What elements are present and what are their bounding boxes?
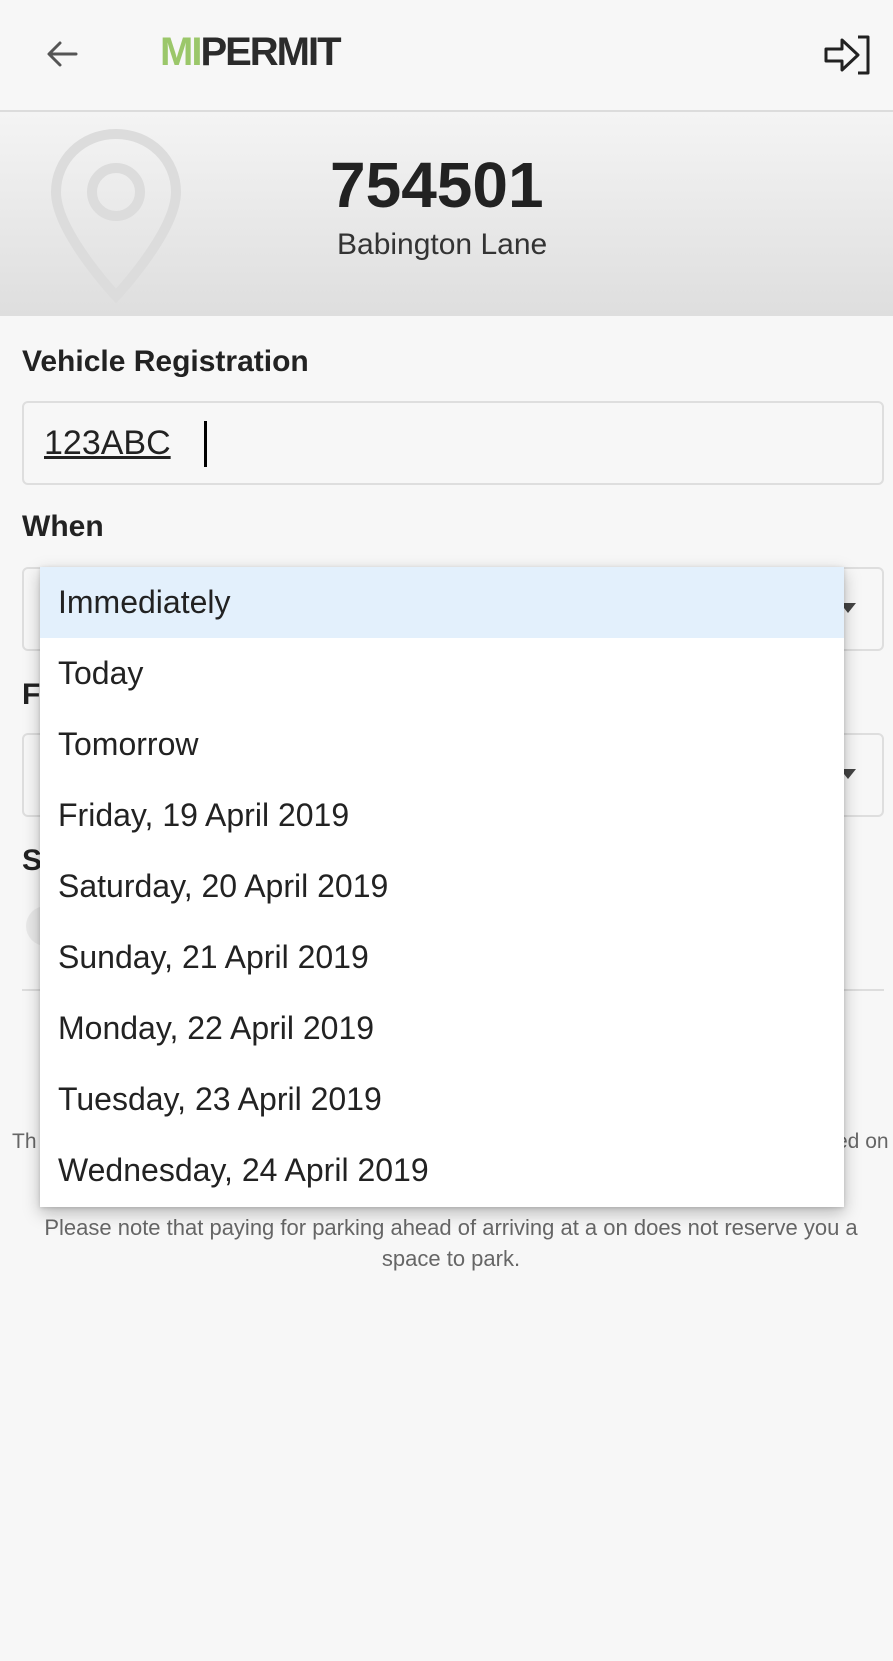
location-banner: 754501 Babington Lane xyxy=(0,112,893,316)
section-label: S xyxy=(22,844,43,877)
for-label: F xyxy=(22,678,41,711)
dropdown-option[interactable]: Sunday, 21 April 2019 xyxy=(40,922,844,993)
map-pin-icon xyxy=(50,128,182,304)
logo-mi: MI xyxy=(160,30,202,74)
dropdown-option[interactable]: Saturday, 20 April 2019 xyxy=(40,851,844,922)
dropdown-option[interactable]: Tuesday, 23 April 2019 xyxy=(40,1064,844,1135)
location-street: Babington Lane xyxy=(337,228,548,261)
terms-text-fragment-left: Th xyxy=(12,1130,37,1153)
when-label: When xyxy=(22,510,104,543)
back-button[interactable] xyxy=(40,32,84,76)
arrow-left-icon xyxy=(47,41,78,67)
app-logo: MIPERMIT xyxy=(160,30,342,75)
vehicle-registration-input[interactable] xyxy=(44,417,844,469)
vehicle-registration-field[interactable] xyxy=(22,401,884,485)
dropdown-option[interactable]: Monday, 22 April 2019 xyxy=(40,993,844,1064)
logout-button[interactable] xyxy=(820,30,876,80)
vehicle-registration-label: Vehicle Registration xyxy=(22,345,309,378)
location-code: 754501 xyxy=(330,149,544,221)
app-header: MIPERMIT xyxy=(0,0,893,112)
when-dropdown-menu: Immediately Today Tomorrow Friday, 19 April… xyxy=(40,567,844,1207)
dropdown-option[interactable]: Wednesday, 24 April 2019 xyxy=(40,1135,844,1206)
text-caret xyxy=(204,421,207,467)
dropdown-option[interactable]: Immediately xyxy=(40,567,844,638)
dropdown-option[interactable]: Friday, 19 April 2019 xyxy=(40,780,844,851)
dropdown-option[interactable]: Tomorrow xyxy=(40,709,844,780)
reserve-note: Please note that paying for parking ahea… xyxy=(44,1215,858,1271)
dropdown-option[interactable]: Today xyxy=(40,638,844,709)
logout-icon xyxy=(824,35,870,75)
logo-permit: PERMIT xyxy=(200,30,341,74)
